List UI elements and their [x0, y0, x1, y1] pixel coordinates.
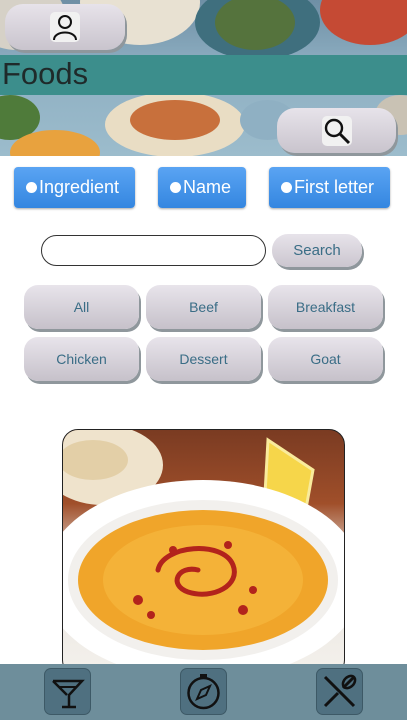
category-label: Breakfast: [295, 299, 356, 315]
search-icon: [321, 115, 352, 146]
category-breakfast[interactable]: Breakfast: [268, 285, 383, 329]
category-dessert[interactable]: Dessert: [146, 337, 261, 381]
category-chicken[interactable]: Chicken: [24, 337, 139, 381]
radio-label: First letter: [294, 177, 375, 197]
compass-icon: [187, 674, 220, 710]
search-toggle-button[interactable]: [277, 108, 396, 153]
radio-dot: [281, 182, 292, 193]
radio-ingredient[interactable]: Ingredient: [14, 167, 135, 208]
user-icon: [50, 12, 80, 42]
category-all[interactable]: All: [24, 285, 139, 329]
page-title-bar: Foods: [0, 55, 407, 95]
category-label: Beef: [189, 299, 218, 315]
search-input[interactable]: [41, 235, 266, 266]
radio-first-letter[interactable]: First letter: [269, 167, 390, 208]
category-label: All: [73, 299, 90, 315]
category-label: Dessert: [179, 351, 228, 367]
nav-foods-button[interactable]: [317, 669, 362, 714]
page-title: Foods: [2, 56, 89, 91]
soup-illustration: [63, 430, 344, 675]
nav-cocktails-button[interactable]: [45, 669, 90, 714]
category-goat[interactable]: Goat: [268, 337, 383, 381]
radio-label: Name: [183, 177, 232, 197]
search-button[interactable]: Search: [272, 234, 362, 267]
radio-name[interactable]: Name: [158, 167, 246, 208]
cocktail-icon: [52, 679, 85, 709]
radio-dot: [26, 182, 37, 193]
category-beef[interactable]: Beef: [146, 285, 261, 329]
nav-explore-button[interactable]: [181, 669, 226, 714]
radio-dot: [170, 182, 181, 193]
profile-button[interactable]: [5, 4, 125, 50]
search-button-label: Search: [293, 242, 341, 259]
cutlery-icon: [323, 674, 357, 708]
food-image-card[interactable]: [62, 429, 345, 676]
radio-label: Ingredient: [39, 177, 120, 197]
category-label: Chicken: [56, 351, 107, 367]
category-label: Goat: [310, 351, 341, 367]
